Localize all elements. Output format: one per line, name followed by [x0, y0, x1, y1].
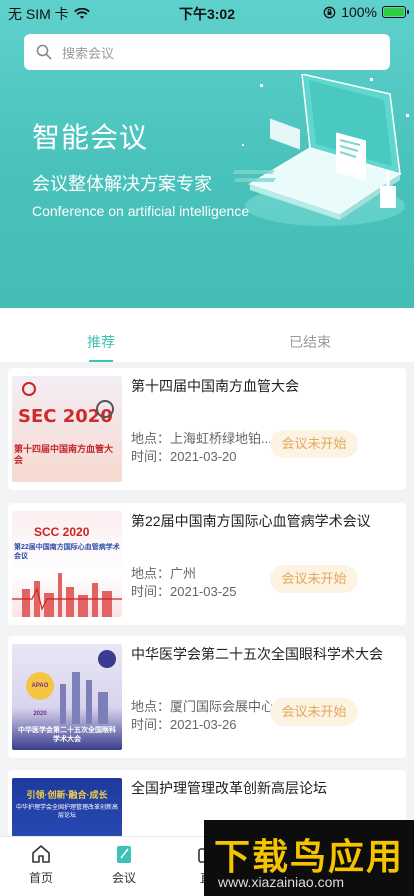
meeting-date: 时间：2021-03-25 [131, 584, 237, 599]
search-bar[interactable]: 搜索会议 [24, 34, 390, 70]
meeting-title: 第十四届中国南方血管大会 [131, 378, 299, 394]
thumb-logo-text: APAO 2020 [26, 672, 54, 717]
banner-english: Conference on artificial intelligence [32, 203, 250, 219]
search-icon [36, 44, 52, 60]
home-icon [32, 845, 50, 863]
meeting-location: 地点：广州 [131, 566, 197, 581]
meeting-date: 时间：2021-03-26 [131, 717, 237, 732]
tab-ended[interactable]: 已结束 [289, 322, 331, 362]
search-input[interactable]: 搜索会议 [62, 43, 114, 62]
meeting-thumbnail: SEC 2020 第十四届中国南方血管大会 [12, 376, 122, 482]
banner-subtitle: 会议整体解决方案专家 [32, 174, 212, 194]
thumb-logo-text: SCC 2020 [34, 525, 90, 539]
meeting-card[interactable]: SCC 2020 第22届中国南方国际心血管病学术会议 第22届中国南方国际心血… [8, 503, 406, 625]
meeting-icon [117, 846, 131, 863]
nav-home-label: 首页 [28, 871, 53, 885]
thumb-logo-text: 引领·创新·融合·成长 [26, 790, 108, 800]
tab-recommended[interactable]: 推荐 [87, 322, 115, 362]
banner: 无 SIM 卡 下午3:02 100% 搜索会议 智能会议 会议整体解决方案专家 [0, 0, 414, 308]
nav-meeting-label: 会议 [111, 871, 136, 885]
status-badge: 会议未开始 [270, 565, 358, 593]
nav-home[interactable]: 首页 [11, 843, 71, 886]
city-skyline-image [12, 573, 122, 617]
banner-title: 智能会议 [32, 122, 149, 153]
status-badge: 会议未开始 [270, 698, 358, 726]
thumb-caption: 中华护理学会全国护理管理改革创新高层论坛 [16, 805, 119, 819]
tab-bar: 推荐 已结束 [0, 322, 414, 362]
meeting-location: 地点：上海虹桥绿地铂... [131, 431, 272, 446]
thumb-caption: 第十四届中国南方血管大会 [14, 444, 114, 465]
battery-icon [382, 6, 409, 18]
meeting-thumbnail: APAO 2020 中华医学会第二十五次全国眼科学术大会 [12, 644, 122, 750]
thumb-caption: 第22届中国南方国际心血管病学术会议 [14, 544, 120, 560]
meeting-title: 中华医学会第二十五次全国眼科学术大会 [131, 646, 383, 662]
watermark: 下载鸟应用 www.xiazainiao.com [204, 820, 414, 896]
orientation-lock-icon [323, 6, 336, 18]
meeting-card[interactable]: SEC 2020 第十四届中国南方血管大会 第十四届中国南方血管大会 地点：上海… [8, 368, 406, 490]
meeting-title: 第22届中国南方国际心血管病学术会议 [131, 513, 371, 529]
watermark-url: www.xiazainiao.com [218, 874, 345, 890]
meeting-date: 时间：2021-03-20 [131, 449, 237, 464]
laptop-illustration [232, 74, 409, 226]
meeting-card[interactable]: APAO 2020 中华医学会第二十五次全国眼科学术大会 中华医学会第二十五次全… [8, 636, 406, 758]
meeting-thumbnail: SCC 2020 第22届中国南方国际心血管病学术会议 [12, 511, 122, 617]
status-badge: 会议未开始 [270, 430, 358, 458]
status-bar: 无 SIM 卡 下午3:02 100% [0, 0, 414, 26]
meeting-title: 全国护理管理改革创新高层论坛 [131, 780, 327, 796]
watermark-text: 下载鸟应用 [214, 837, 405, 878]
meeting-location: 地点：厦门国际会展中心 [131, 699, 275, 714]
landmark-image [60, 672, 108, 724]
thumb-caption: 中华医学会第二十五次全国眼科学术大会 [18, 727, 116, 743]
battery-percent: 100% [341, 4, 377, 20]
nav-meeting[interactable]: 会议 [94, 843, 154, 886]
